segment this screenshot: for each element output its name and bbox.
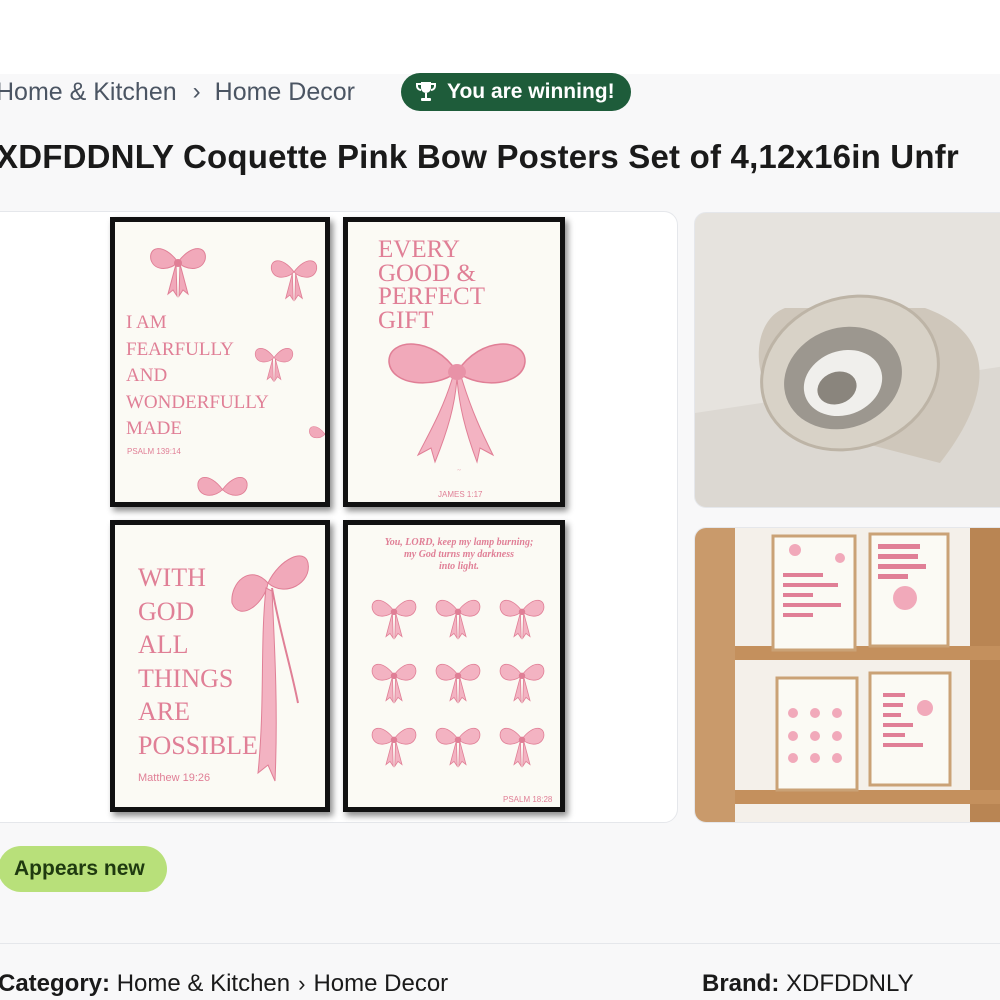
bow-icon	[499, 599, 545, 640]
rolled-poster-image	[695, 213, 1000, 507]
bow-icon	[435, 599, 481, 640]
main-product-image[interactable]: I AM FEARFULLY AND WONDERFULLY MADE PSAL…	[0, 211, 678, 823]
bow-grid	[366, 587, 552, 782]
bow-icon	[270, 260, 318, 302]
category-detail: Category: Home & Kitchen › Home Decor	[0, 970, 448, 998]
poster-3-text: WITH GOD ALL THINGS ARE POSSIBLE	[138, 563, 258, 760]
shelf-display-image	[695, 528, 1000, 822]
brand-detail: Brand: XDFDDNLY	[702, 970, 914, 998]
chevron-right-icon: ›	[192, 78, 201, 105]
bow-icon	[371, 599, 417, 640]
bow-icon	[197, 477, 248, 496]
poster-with-god: WITH GOD ALL THINGS ARE POSSIBLE Matthew…	[110, 520, 330, 812]
chevron-right-icon: ›	[298, 971, 306, 996]
top-bar	[0, 0, 1000, 74]
poster-1-text: I AM FEARFULLY AND WONDERFULLY MADE	[126, 312, 269, 439]
trophy-icon	[416, 82, 436, 101]
breadcrumb-home-kitchen[interactable]: Home & Kitchen	[0, 78, 177, 107]
bow-icon	[150, 248, 206, 298]
breadcrumb-home-decor[interactable]: Home Decor	[215, 78, 355, 107]
category-label: Category:	[0, 970, 111, 997]
bow-icon	[371, 663, 417, 704]
poster-4-text: You, LORD, keep my lamp burning; my God …	[384, 537, 534, 572]
category-link-home-kitchen[interactable]: Home & Kitchen	[117, 970, 290, 997]
breadcrumb: Home & Kitchen › Home Decor	[0, 76, 355, 108]
thumbnail-posters-on-shelf[interactable]	[694, 527, 1000, 823]
thumbnail-rolled-poster[interactable]	[694, 212, 1000, 508]
poster-1-reference: PSALM 139:14	[127, 447, 181, 456]
poster-2-text: EVERY GOOD & PERFECT GIFT	[378, 236, 485, 334]
category-link-home-decor[interactable]: Home Decor	[313, 970, 448, 997]
brand-value: XDFDDNLY	[786, 970, 914, 997]
section-divider	[0, 943, 1000, 944]
poster-4-reference: PSALM 18:28	[503, 795, 553, 804]
brand-label: Brand:	[702, 970, 780, 997]
winning-status-label: You are winning!	[447, 80, 615, 103]
product-title: XDFDDNLY Coquette Pink Bow Posters Set o…	[0, 138, 959, 175]
poster-fearfully-made: I AM FEARFULLY AND WONDERFULLY MADE PSAL…	[110, 217, 330, 507]
bow-icon	[499, 663, 545, 704]
poster-every-good-gift: EVERY GOOD & PERFECT GIFT ~ JAMES 1:17	[343, 217, 565, 507]
bow-icon	[499, 727, 545, 768]
bow-icon	[435, 727, 481, 768]
bow-icon	[371, 727, 417, 768]
poster-2-reference: JAMES 1:17	[438, 490, 483, 499]
poster-lamp-burning: You, LORD, keep my lamp burning; my God …	[343, 520, 565, 812]
condition-badge: Appears new	[0, 846, 167, 892]
winning-status-badge: You are winning!	[401, 73, 631, 111]
bow-icon	[309, 426, 325, 439]
bow-icon	[435, 663, 481, 704]
poster-3-reference: Matthew 19:26	[138, 772, 211, 784]
bow-icon	[388, 343, 526, 464]
